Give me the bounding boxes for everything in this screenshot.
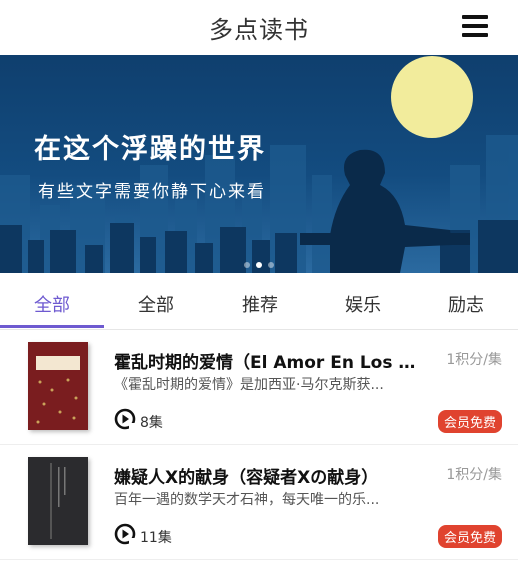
member-free-badge: 会员免费 — [437, 410, 502, 433]
carousel-dot-active[interactable] — [256, 262, 262, 268]
member-free-badge: 会员免费 — [437, 525, 502, 548]
tab-entertainment[interactable]: 娱乐 — [311, 291, 415, 317]
carousel-dot[interactable] — [244, 262, 250, 268]
banner-subline: 有些文字需要你静下心来看 — [38, 182, 266, 202]
episode-count: 11集 — [140, 530, 172, 546]
book-title: 霍乱时期的爱情（El Amor En Los T... — [114, 353, 419, 373]
book-title: 嫌疑人X的献身（容疑者Xの献身） — [114, 468, 379, 488]
app-title: 多点读书 — [209, 16, 309, 44]
book-price: 1积分/集 — [446, 467, 502, 483]
banner-headline: 在这个浮躁的世界 — [34, 134, 266, 165]
active-tab-indicator — [0, 325, 104, 328]
book-description: 百年一遇的数学天才石神，每天唯一的乐... — [114, 492, 380, 508]
book-price: 1积分/集 — [446, 352, 502, 368]
book-description: 《霍乱时期的爱情》是加西亚·马尔克斯获... — [114, 377, 384, 393]
carousel-indicator — [0, 253, 518, 272]
tab-recommend[interactable]: 推荐 — [208, 291, 312, 317]
hamburger-menu-icon[interactable] — [460, 14, 490, 40]
book-list-item[interactable]: 嫌疑人X的献身（容疑者Xの献身） 1积分/集 百年一遇的数学天才石神，每天唯一的… — [0, 445, 518, 560]
top-bar: 多点读书 — [0, 0, 518, 54]
play-count-icon — [114, 408, 136, 430]
promo-banner[interactable]: 在这个浮躁的世界 有些文字需要你静下心来看 — [0, 55, 518, 273]
tab-all-2[interactable]: 全部 — [104, 291, 208, 317]
category-tabs: 全部 全部 推荐 娱乐 励志 — [0, 273, 518, 330]
book-cover — [28, 457, 88, 545]
book-cover — [28, 342, 88, 430]
tab-inspirational[interactable]: 励志 — [414, 291, 518, 317]
book-list-item[interactable]: 霍乱时期的爱情（El Amor En Los T... 1积分/集 《霍乱时期的… — [0, 330, 518, 445]
play-count-icon — [114, 523, 136, 545]
carousel-dot[interactable] — [268, 262, 274, 268]
tab-all[interactable]: 全部 — [0, 291, 104, 317]
episode-count: 8集 — [140, 415, 163, 431]
